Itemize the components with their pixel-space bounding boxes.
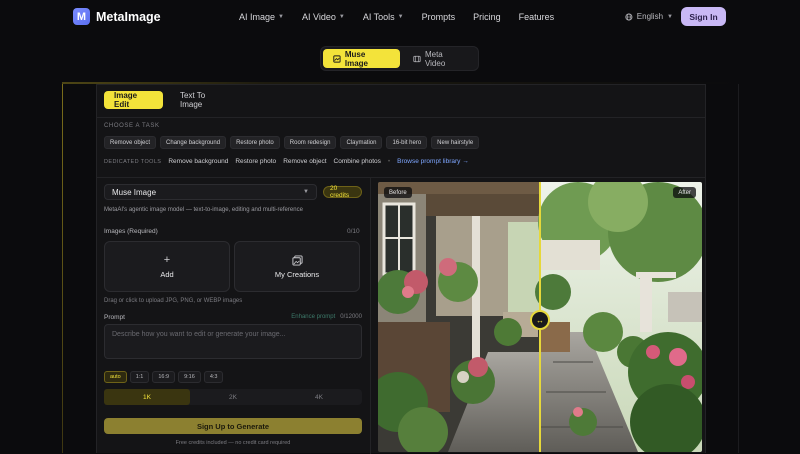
tool-link[interactable]: Combine photos [334, 158, 381, 165]
images-label: Images (Required) [104, 228, 158, 235]
model-select[interactable]: Muse Image ▼ [104, 184, 317, 200]
panel-glow-left [62, 84, 63, 453]
credits-badge: 20 credits [323, 185, 362, 199]
muse-image-icon [333, 54, 341, 63]
editor-panel: Image Edit Text To Image CHOOSE A TASK R… [96, 84, 706, 454]
task-caption: CHOOSE A TASK [104, 123, 160, 129]
task-chip[interactable]: Remove object [104, 136, 157, 149]
task-chip[interactable]: 16-bit hero [386, 136, 428, 149]
after-badge: After [673, 187, 696, 198]
resolution-option[interactable]: 1K [104, 389, 190, 405]
logo-icon: M [73, 8, 90, 25]
brand-logo[interactable]: M MetaImage [73, 8, 161, 25]
upload-hint: Drag or click to upload JPG, PNG, or WEB… [104, 298, 243, 304]
mode-muse-image[interactable]: Muse Image [323, 49, 400, 68]
resolution-option[interactable]: 4K [276, 389, 362, 405]
plus-icon: + [163, 253, 171, 266]
panel-border-right [738, 84, 739, 453]
task-chip[interactable]: Claymation [340, 136, 383, 149]
menu-prompts[interactable]: Prompts [422, 12, 456, 22]
aspect-ratio-group: auto 1:1 16:9 9:16 4:3 [104, 371, 224, 383]
menu-features[interactable]: Features [519, 12, 555, 22]
add-image-button[interactable]: + Add [104, 241, 230, 292]
gallery-icon [291, 254, 303, 266]
prompt-label: Prompt [104, 314, 125, 321]
before-after-viewer[interactable]: Before After ↔ [378, 182, 702, 452]
top-nav: M MetaImage AI Image ▼ AI Video ▼ AI Tools… [0, 0, 800, 34]
tool-link[interactable]: Restore photo [235, 158, 276, 165]
menu-ai-image[interactable]: AI Image ▼ [239, 12, 284, 22]
chevron-down-icon: ▼ [667, 13, 673, 20]
menu-ai-tools[interactable]: AI Tools ▼ [363, 12, 404, 22]
tools-caption: DEDICATED TOOLS [104, 158, 162, 165]
my-creations-label: My Creations [274, 269, 320, 279]
compare-arrows-icon: ↔ [536, 315, 544, 325]
browse-prompt-library-link[interactable]: Browse prompt library → [397, 158, 469, 165]
compare-handle[interactable]: ↔ [530, 310, 550, 330]
globe-icon [625, 12, 633, 21]
video-icon [413, 55, 421, 62]
model-description: MetaAI's agentic image model — text-to-i… [104, 207, 303, 213]
task-chip[interactable]: Room redesign [283, 136, 337, 149]
editor-tabs: Image Edit Text To Image [104, 91, 234, 109]
language-label: English [636, 12, 664, 21]
before-badge: Before [384, 187, 412, 198]
chevron-down-icon: ▼ [278, 14, 284, 20]
prompt-input[interactable]: Describe how you want to edit or generat… [104, 324, 362, 359]
sign-in-button[interactable]: Sign In [681, 7, 726, 26]
add-image-label: Add [160, 269, 174, 279]
resolution-group: 1K 2K 4K [104, 389, 362, 405]
chevron-down-icon: ▼ [397, 14, 404, 20]
model-select-value: Muse Image [112, 187, 157, 197]
tool-link[interactable]: Remove object [283, 158, 326, 165]
images-count: 0/10 [347, 228, 360, 235]
tab-image-edit[interactable]: Image Edit [104, 91, 163, 109]
vertical-divider [370, 178, 371, 454]
dedicated-tools: DEDICATED TOOLS Remove background Restor… [104, 158, 469, 165]
prompt-meta: Enhance prompt 0/12000 [291, 314, 362, 320]
menu-ai-video[interactable]: AI Video ▼ [302, 12, 345, 22]
generate-button[interactable]: Sign Up to Generate [104, 418, 362, 434]
ratio-option[interactable]: 9:16 [178, 371, 201, 383]
divider [97, 177, 705, 178]
task-chip[interactable]: Restore photo [230, 136, 280, 149]
mode-muse-image-label: Muse Image [344, 49, 368, 68]
ratio-option[interactable]: 1:1 [129, 371, 150, 383]
tool-link[interactable]: Remove background [168, 158, 228, 165]
ratio-option[interactable]: 16:9 [152, 371, 176, 383]
task-chips: Remove object Change background Restore … [104, 136, 480, 149]
main-menu: AI Image ▼ AI Video ▼ AI Tools ▼ Prompts Pr… [239, 12, 554, 22]
bullet-separator: • [387, 158, 391, 165]
mode-meta-video-label: Meta Video [424, 49, 446, 68]
mode-meta-video[interactable]: Meta Video [403, 49, 475, 68]
ratio-option[interactable]: auto [104, 371, 127, 383]
ratio-option[interactable]: 4:3 [203, 371, 224, 383]
prompt-char-count: 0/12000 [340, 314, 362, 320]
language-select[interactable]: English ▼ [619, 7, 673, 26]
task-chip[interactable]: Change background [160, 136, 227, 149]
menu-pricing[interactable]: Pricing [473, 12, 501, 22]
tab-text-to-image[interactable]: Text To Image [170, 91, 234, 109]
resolution-option[interactable]: 2K [190, 389, 276, 405]
task-chip[interactable]: New hairstyle [431, 136, 480, 149]
divider [97, 117, 705, 118]
my-creations-button[interactable]: My Creations [234, 241, 360, 292]
mode-switch: Muse Image Meta Video [320, 46, 479, 71]
brand-name: MetaImage [96, 9, 161, 24]
chevron-down-icon: ▼ [338, 14, 345, 20]
enhance-prompt-button[interactable]: Enhance prompt [291, 314, 335, 320]
chevron-down-icon: ▼ [303, 189, 309, 195]
generate-note: Free credits included — no credit card r… [175, 440, 291, 446]
